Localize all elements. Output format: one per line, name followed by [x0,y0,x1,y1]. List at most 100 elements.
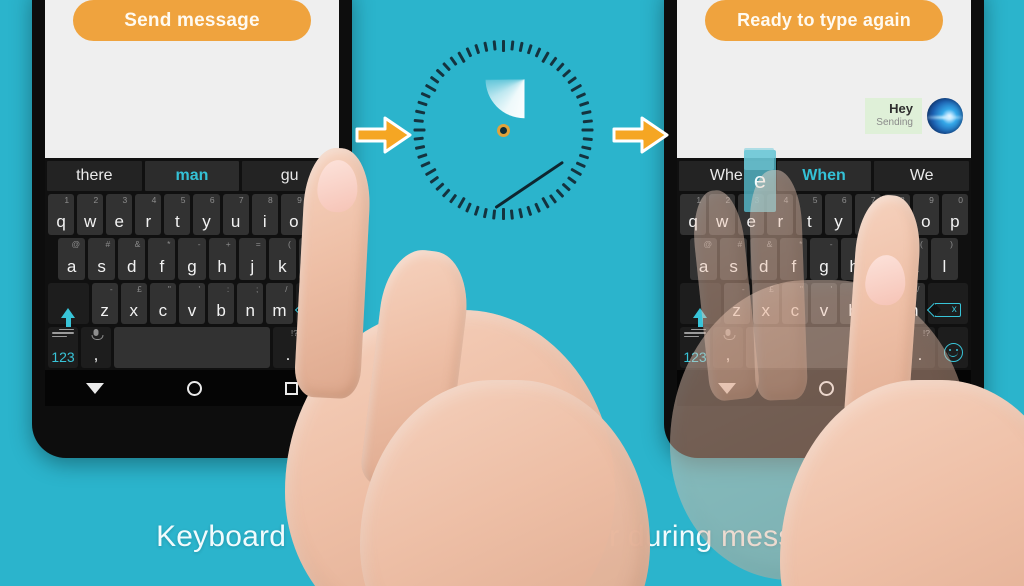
key-x[interactable]: £ x [120,282,147,324]
key-j[interactable]: = j [870,238,898,280]
key-b[interactable]: :b [840,282,867,324]
key-a[interactable]: @ a [58,238,86,280]
key-d[interactable]: & d [118,238,146,280]
key-label: j [882,256,887,276]
key-c[interactable]: " c [781,282,808,324]
period-key[interactable]: !? . [273,326,303,368]
key-d[interactable]: & d [750,238,778,280]
key-sup: = [255,239,261,250]
key-q[interactable]: 1q [48,194,75,236]
key-s[interactable]: # s [88,238,116,280]
key-r[interactable]: 4r [767,194,794,236]
suggestion-item[interactable]: there [47,161,142,191]
key-p[interactable]: 0p [941,194,968,236]
key-g[interactable]: -g [178,238,206,280]
key-n[interactable]: ; n [869,282,896,324]
key-z[interactable]: -z [91,282,118,324]
key-sup: 7 [238,195,244,205]
home-icon[interactable] [818,380,834,396]
emoji-key[interactable] [306,326,336,368]
backspace-icon: x [934,302,961,317]
key-y[interactable]: 6y [825,194,852,236]
key-b[interactable]: :b [208,282,235,324]
key-sup: # [737,239,743,250]
suggestion-item-selected[interactable]: man [144,161,240,191]
period-key[interactable]: !? . [905,326,935,368]
key-j[interactable]: = j [238,238,266,280]
suggestion-item[interactable]: gu [242,161,338,191]
key-label: 123 [51,349,75,365]
clock-tick [482,41,488,53]
space-key[interactable] [746,326,902,368]
key-label: 123 [683,349,707,365]
phone-before: Send message Hey there man gu 1q 2w 3e 4… [32,0,352,458]
clock-hub [496,123,510,137]
key-l[interactable]: ) l [298,238,326,280]
back-icon[interactable] [86,382,105,394]
key-v[interactable]: ' v [810,282,838,324]
key-q[interactable]: 1q [680,194,707,236]
key-label: h [849,256,859,276]
key-r[interactable]: 4r [135,194,162,236]
key-sup: * [167,239,171,250]
ready-to-type-button[interactable]: Ready to type again [705,0,943,41]
key-t[interactable]: 5t [796,194,823,236]
numeric-key[interactable]: 123 [680,326,710,368]
key-sup: ) [950,239,953,250]
backspace-key[interactable]: x [927,282,969,324]
key-k[interactable]: (k [900,238,928,280]
key-label: j [250,256,255,276]
key-g[interactable]: -g [810,238,838,280]
key-label: v [819,300,829,320]
key-h[interactable]: + h [840,238,868,280]
emoji-key-icon [943,343,963,362]
key-o[interactable]: 9o [912,194,939,236]
clock-tick [420,92,431,99]
key-w[interactable]: 2w [709,194,736,236]
key-sup: 0 [958,195,963,205]
suggestion-item[interactable]: Whe [679,161,774,191]
key-m[interactable]: / m [266,282,293,324]
space-key[interactable] [114,326,270,368]
key-f[interactable]: * f [780,238,808,280]
send-message-button[interactable]: Send message [73,0,311,41]
recents-icon[interactable] [916,381,930,395]
key-f[interactable]: * f [148,238,176,280]
key-e[interactable]: 3e [106,194,133,236]
key-u[interactable]: 7u [222,194,249,236]
comma-key[interactable]: , [81,326,111,368]
key-t[interactable]: 5t [164,194,191,236]
home-icon[interactable] [186,380,202,396]
key-x[interactable]: £ x [752,282,779,324]
key-sup: ' [830,283,833,294]
key-a[interactable]: @ a [690,238,718,280]
key-s[interactable]: # s [720,238,748,280]
key-e[interactable]: 3e [738,194,765,236]
key-n[interactable]: ; n [237,282,264,324]
backspace-key[interactable]: x [295,282,337,324]
keyboard-row-1: 1q 2w 3e 4r 5t 6y 7u 8i 9o 0p [47,194,337,236]
key-m[interactable]: / m [898,282,925,324]
key-y[interactable]: 6y [193,194,220,236]
key-w[interactable]: 2w [77,194,104,236]
key-p[interactable]: 0p [309,194,336,236]
suggestion-item[interactable]: We [874,161,970,191]
key-z[interactable]: -z [723,282,750,324]
comma-key[interactable]: , [713,326,743,368]
key-o[interactable]: 9o [280,194,307,236]
key-i[interactable]: 8i [883,194,910,236]
key-i[interactable]: 8i [251,194,278,236]
shift-key[interactable] [48,282,89,327]
back-icon[interactable] [718,382,737,394]
shift-key[interactable] [680,282,721,327]
key-c[interactable]: " c [149,282,176,324]
suggestion-item-selected[interactable]: When [776,161,872,191]
key-h[interactable]: + h [208,238,236,280]
key-l[interactable]: ) l [930,238,958,280]
recents-icon[interactable] [284,381,298,395]
key-k[interactable]: (k [268,238,296,280]
numeric-key[interactable]: 123 [48,326,78,368]
emoji-key[interactable] [938,326,968,368]
key-v[interactable]: ' v [178,282,206,324]
key-u[interactable]: 7u [854,194,881,236]
